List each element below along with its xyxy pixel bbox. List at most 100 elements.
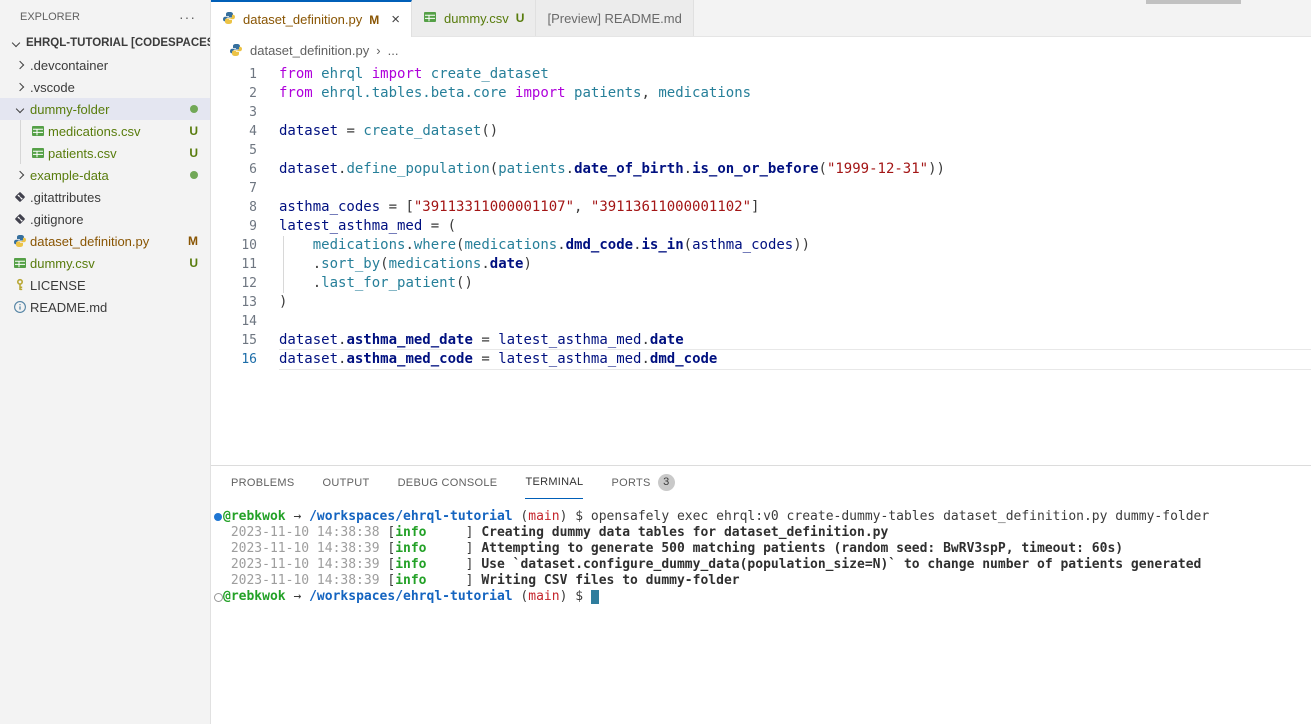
code-line-7[interactable]: 7 bbox=[211, 179, 1311, 198]
panel-tab-terminal[interactable]: TERMINAL bbox=[525, 466, 583, 499]
line-number: 9 bbox=[211, 217, 257, 236]
terminal-line: 2023-11-10 14:38:38 [info ] Creating dum… bbox=[223, 525, 1311, 541]
key-icon bbox=[10, 278, 30, 292]
tree-item-.gitattributes[interactable]: .gitattributes bbox=[0, 186, 210, 208]
tab-dummy.csv[interactable]: dummy.csvU bbox=[412, 0, 536, 36]
tree-item-medications.csv[interactable]: medications.csvU bbox=[0, 120, 210, 142]
chevron-right-icon bbox=[10, 172, 30, 178]
more-actions-icon[interactable]: ··· bbox=[179, 9, 196, 25]
info-icon bbox=[10, 300, 30, 314]
bottom-panel: PROBLEMS OUTPUT DEBUG CONSOLE TERMINAL PORTS… bbox=[211, 465, 1311, 724]
code-line-13[interactable]: 13) bbox=[211, 293, 1311, 312]
line-number: 11 bbox=[211, 255, 257, 274]
code-line-4[interactable]: 4dataset = create_dataset() bbox=[211, 122, 1311, 141]
code-line-5[interactable]: 5 bbox=[211, 141, 1311, 160]
terminal-line: 2023-11-10 14:38:39 [info ] Attempting t… bbox=[223, 541, 1311, 557]
tree-item-dummy.csv[interactable]: dummy.csvU bbox=[0, 252, 210, 274]
line-number: 1 bbox=[211, 65, 257, 84]
panel-tab-debug-console[interactable]: DEBUG CONSOLE bbox=[398, 466, 498, 499]
breadcrumb-more[interactable]: ... bbox=[388, 43, 399, 58]
code-line-10[interactable]: 10 medications.where(medications.dmd_cod… bbox=[211, 236, 1311, 255]
terminal-line: @rebkwok → /workspaces/ehrql-tutorial (m… bbox=[223, 509, 1311, 525]
code-line-16[interactable]: 16 dataset.asthma_med_code = latest_asthm… bbox=[211, 350, 1311, 369]
terminal-output[interactable]: @rebkwok → /workspaces/ehrql-tutorial (m… bbox=[211, 499, 1311, 724]
panel-tab-label: OUTPUT bbox=[323, 477, 370, 489]
panel-tab-label: TERMINAL bbox=[525, 476, 583, 488]
line-number: 2 bbox=[211, 84, 257, 103]
tree-item-.devcontainer[interactable]: .devcontainer bbox=[0, 54, 210, 76]
git-icon bbox=[10, 212, 30, 226]
tree-indent-guide bbox=[20, 142, 21, 164]
tree-item-example-data[interactable]: example-data bbox=[0, 164, 210, 186]
file-label: LICENSE bbox=[30, 278, 210, 293]
terminal-cursor bbox=[591, 590, 599, 604]
tab--preview-readme.md[interactable]: [Preview] README.md bbox=[536, 0, 693, 36]
code-text: dataset.asthma_med_code = latest_asthma_… bbox=[279, 350, 1311, 369]
close-icon[interactable]: × bbox=[391, 12, 400, 27]
code-line-1[interactable]: 1from ehrql import create_dataset bbox=[211, 65, 1311, 84]
tab-dataset-definition.py[interactable]: dataset_definition.pyM× bbox=[211, 0, 412, 37]
file-label: .gitignore bbox=[30, 212, 210, 227]
python-icon bbox=[229, 43, 243, 57]
chevron-down-icon bbox=[10, 106, 30, 112]
line-number: 14 bbox=[211, 312, 257, 331]
tree-item-LICENSE[interactable]: LICENSE bbox=[0, 274, 210, 296]
line-number: 12 bbox=[211, 274, 257, 293]
code-editor[interactable]: 1from ehrql import create_dataset2from e… bbox=[211, 63, 1311, 465]
line-number: 16 bbox=[211, 350, 257, 369]
code-line-2[interactable]: 2from ehrql.tables.beta.core import pati… bbox=[211, 84, 1311, 103]
code-line-12[interactable]: 12 .last_for_patient() bbox=[211, 274, 1311, 293]
workspace-root-item[interactable]: EHRQL-TUTORIAL [CODESPACES:... bbox=[0, 32, 210, 54]
workspace-root-label: EHRQL-TUTORIAL [CODESPACES:... bbox=[26, 37, 210, 49]
tree-item-.gitignore[interactable]: .gitignore bbox=[0, 208, 210, 230]
csv-icon bbox=[28, 124, 48, 138]
tree-item-dummy-folder[interactable]: dummy-folder bbox=[0, 98, 210, 120]
chevron-right-icon bbox=[10, 84, 30, 90]
panel-tab-problems[interactable]: PROBLEMS bbox=[231, 466, 295, 499]
csv-icon bbox=[423, 10, 437, 27]
tree-item-dataset_definition.py[interactable]: dataset_definition.pyM bbox=[0, 230, 210, 252]
tree-item-README.md[interactable]: README.md bbox=[0, 296, 210, 318]
file-label: medications.csv bbox=[48, 124, 189, 139]
code-text bbox=[279, 141, 1311, 160]
panel-tab-output[interactable]: OUTPUT bbox=[323, 466, 370, 499]
editor-tabbar: dataset_definition.pyM×dummy.csvU [Previe… bbox=[211, 0, 1311, 37]
code-text: .sort_by(medications.date) bbox=[279, 255, 1311, 274]
file-label: dummy.csv bbox=[30, 256, 189, 271]
csv-icon bbox=[28, 146, 48, 160]
terminal-line: @rebkwok → /workspaces/ehrql-tutorial (m… bbox=[223, 589, 1311, 605]
code-line-14[interactable]: 14 bbox=[211, 312, 1311, 331]
tree-item-patients.csv[interactable]: patients.csvU bbox=[0, 142, 210, 164]
tab-label: [Preview] README.md bbox=[547, 11, 681, 26]
indent-guide bbox=[283, 255, 284, 274]
code-text bbox=[279, 312, 1311, 331]
tree-indent-guide bbox=[20, 120, 21, 142]
panel-tab-label: DEBUG CONSOLE bbox=[398, 477, 498, 489]
code-line-3[interactable]: 3 bbox=[211, 103, 1311, 122]
file-label: dummy-folder bbox=[30, 102, 190, 117]
ports-count-badge: 3 bbox=[658, 474, 675, 491]
line-number: 6 bbox=[211, 160, 257, 179]
code-text bbox=[279, 103, 1311, 122]
indent-guide bbox=[283, 236, 284, 255]
code-text bbox=[279, 179, 1311, 198]
code-line-6[interactable]: 6 dataset.define_population(patients.date… bbox=[211, 160, 1311, 179]
breadcrumb[interactable]: dataset_definition.py › ... bbox=[211, 37, 1311, 63]
code-line-8[interactable]: 8asthma_codes = ["39113311000001107", "3… bbox=[211, 198, 1311, 217]
code-line-11[interactable]: 11 .sort_by(medications.date) bbox=[211, 255, 1311, 274]
python-icon bbox=[10, 234, 30, 248]
panel-tabbar: PROBLEMS OUTPUT DEBUG CONSOLE TERMINAL PORTS… bbox=[211, 466, 1311, 499]
code-line-15[interactable]: 15dataset.asthma_med_date = latest_asthm… bbox=[211, 331, 1311, 350]
changes-dot-badge bbox=[190, 171, 198, 179]
code-line-9[interactable]: 9latest_asthma_med = ( bbox=[211, 217, 1311, 236]
line-number: 15 bbox=[211, 331, 257, 350]
code-text: dataset.define_population(patients.date_… bbox=[279, 160, 1311, 179]
tree-item-.vscode[interactable]: .vscode bbox=[0, 76, 210, 98]
breadcrumb-file[interactable]: dataset_definition.py bbox=[250, 43, 369, 58]
csv-icon bbox=[10, 256, 30, 270]
panel-tab-ports[interactable]: PORTS3 bbox=[611, 466, 674, 499]
code-text: ) bbox=[279, 293, 1311, 312]
file-label: .gitattributes bbox=[30, 190, 210, 205]
git-status-badge: M bbox=[188, 234, 198, 248]
tabbar-scrollbar[interactable] bbox=[1146, 0, 1241, 4]
